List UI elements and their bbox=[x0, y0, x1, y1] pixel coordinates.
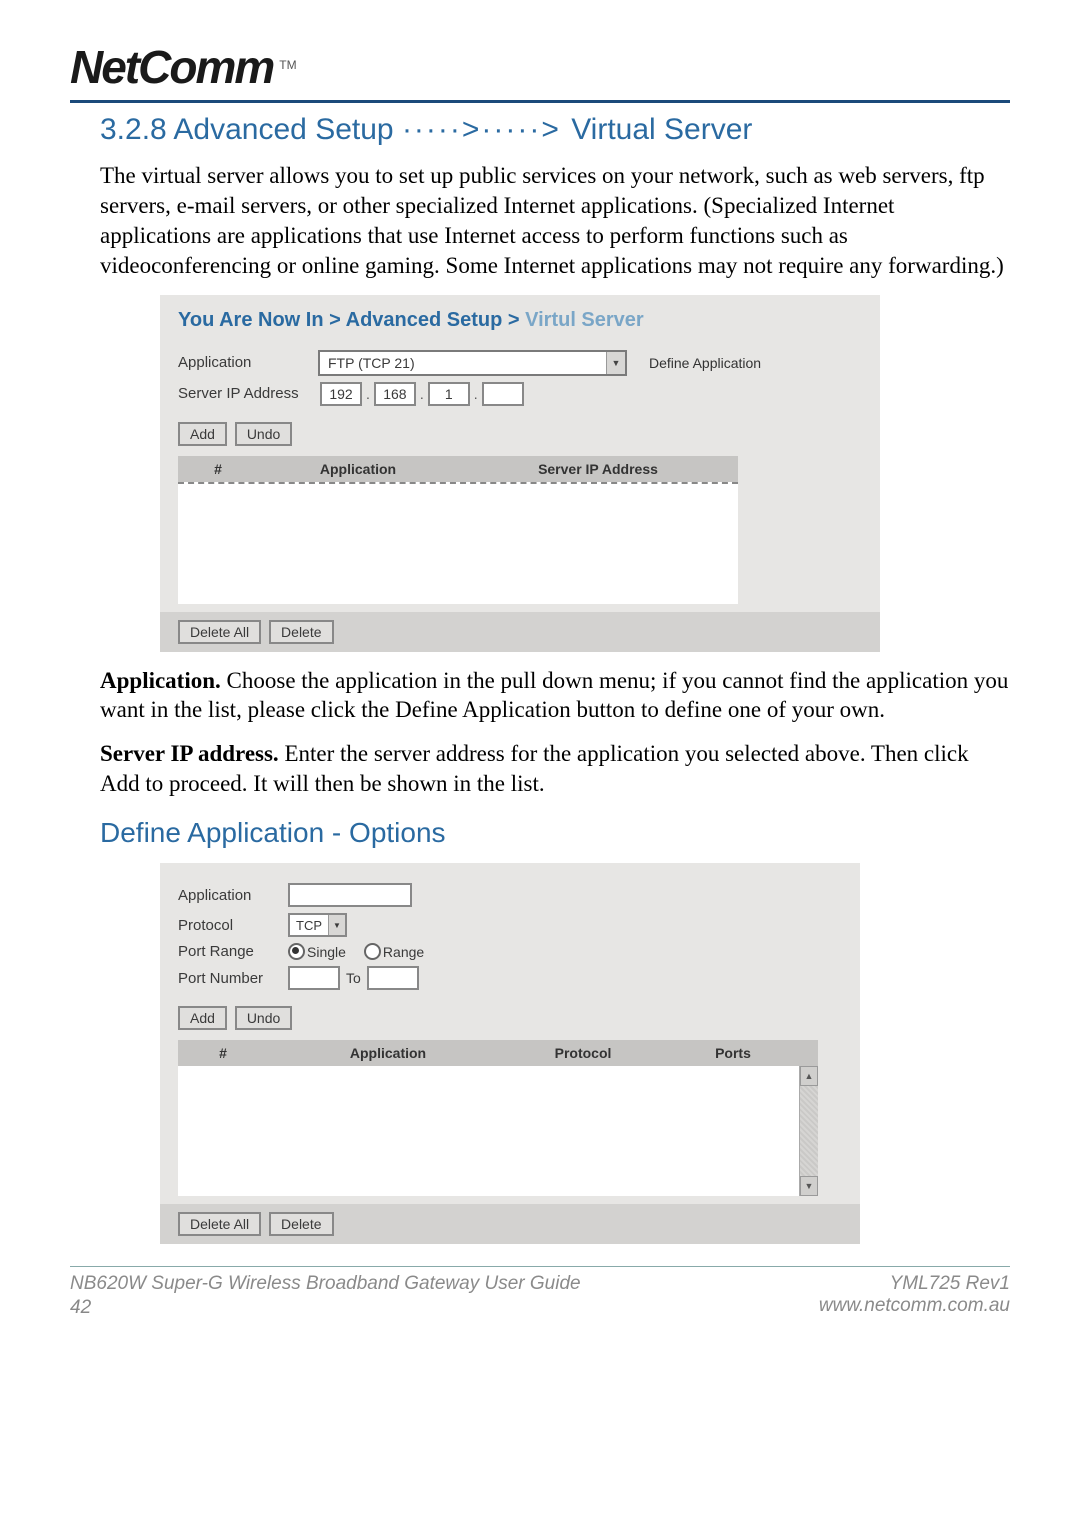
col-application: Application bbox=[258, 456, 458, 482]
brand-logo: NetComm bbox=[70, 40, 273, 94]
col-application: Application bbox=[268, 1040, 508, 1066]
protocol-value: TCP bbox=[290, 918, 328, 933]
scroll-up-icon[interactable]: ▲ bbox=[800, 1066, 818, 1086]
trademark: TM bbox=[279, 58, 296, 72]
define-application-panel: Application Protocol TCP ▼ Port Range Si… bbox=[160, 863, 860, 1244]
application-paragraph: Application. Choose the application in t… bbox=[100, 666, 1010, 726]
single-radio-label: Single bbox=[307, 944, 346, 960]
port-from-input[interactable] bbox=[288, 966, 340, 990]
section-number: 3.2.8 bbox=[100, 113, 167, 146]
footer-url: www.netcomm.com.au bbox=[819, 1295, 1010, 1317]
application-label: Application bbox=[178, 354, 318, 371]
breadcrumb-dots-icon: ·····>·····> bbox=[402, 113, 571, 146]
ip-octet-2[interactable]: 168 bbox=[374, 382, 416, 406]
range-radio[interactable] bbox=[364, 943, 381, 960]
footer-guide: NB620W Super-G Wireless Broadband Gatewa… bbox=[70, 1273, 581, 1295]
scroll-track[interactable] bbox=[800, 1086, 818, 1176]
col-index: # bbox=[178, 456, 258, 482]
to-label: To bbox=[346, 970, 361, 986]
delete-all-button[interactable]: Delete All bbox=[178, 1212, 261, 1236]
breadcrumb-leaf: Virtul Server bbox=[525, 309, 644, 331]
port-range-label: Port Range bbox=[178, 943, 288, 960]
server-ip-label: Server IP Address bbox=[178, 385, 318, 402]
col-protocol: Protocol bbox=[508, 1040, 658, 1066]
application-paragraph-rest: Choose the application in the pull down … bbox=[100, 668, 1008, 723]
application-select-value: FTP (TCP 21) bbox=[320, 355, 606, 371]
virtual-server-panel: You Are Now In > Advanced Setup > Virtul… bbox=[160, 295, 880, 652]
define-application-link[interactable]: Define Application bbox=[649, 355, 761, 371]
ip-octet-4[interactable] bbox=[482, 382, 524, 406]
ip-octet-3[interactable]: 1 bbox=[428, 382, 470, 406]
chevron-down-icon[interactable]: ▼ bbox=[328, 915, 345, 935]
define-application-table: # Application Protocol Ports ▲ ▼ bbox=[178, 1040, 818, 1196]
delete-all-button[interactable]: Delete All bbox=[178, 620, 261, 644]
col-index: # bbox=[178, 1040, 268, 1066]
delete-button[interactable]: Delete bbox=[269, 1212, 333, 1236]
delete-button[interactable]: Delete bbox=[269, 620, 333, 644]
single-radio[interactable] bbox=[288, 943, 305, 960]
define-application-heading: Define Application - Options bbox=[100, 817, 1010, 849]
application-select[interactable]: FTP (TCP 21) ▼ bbox=[318, 350, 627, 376]
define-application-input[interactable] bbox=[288, 883, 412, 907]
ip-octet-1[interactable]: 192 bbox=[320, 382, 362, 406]
protocol-select[interactable]: TCP ▼ bbox=[288, 913, 347, 937]
page-number: 42 bbox=[70, 1297, 581, 1319]
section-title: 3.2.8 Advanced Setup ·····>·····> Virtua… bbox=[100, 113, 1010, 147]
add-button[interactable]: Add bbox=[178, 422, 227, 446]
application-paragraph-bold: Application. bbox=[100, 668, 221, 693]
col-server-ip: Server IP Address bbox=[458, 456, 738, 482]
port-to-input[interactable] bbox=[367, 966, 419, 990]
col-ports: Ports bbox=[658, 1040, 808, 1066]
section-part-a: Advanced Setup bbox=[173, 113, 393, 146]
intro-paragraph: The virtual server allows you to set up … bbox=[100, 161, 1010, 281]
server-ip-paragraph: Server IP address. Enter the server addr… bbox=[100, 739, 1010, 799]
range-radio-label: Range bbox=[383, 944, 424, 960]
divider-top bbox=[70, 100, 1010, 103]
dot-icon: . bbox=[364, 386, 372, 402]
virtual-server-table: # Application Server IP Address bbox=[178, 456, 738, 604]
table-body-empty bbox=[178, 1066, 799, 1196]
footer-rev: YML725 Rev1 bbox=[819, 1273, 1010, 1295]
vertical-scrollbar[interactable]: ▲ ▼ bbox=[799, 1066, 818, 1196]
section-part-b: Virtual Server bbox=[571, 113, 752, 146]
breadcrumb-mid: Advanced Setup > bbox=[346, 309, 520, 331]
add-button[interactable]: Add bbox=[178, 1006, 227, 1030]
divider-bottom bbox=[70, 1266, 1010, 1267]
breadcrumb-prefix: You Are Now In > bbox=[178, 309, 341, 331]
chevron-down-icon[interactable]: ▼ bbox=[606, 352, 625, 374]
table-body-empty bbox=[178, 482, 738, 604]
protocol-label: Protocol bbox=[178, 917, 288, 934]
define-application-label: Application bbox=[178, 887, 288, 904]
server-ip-paragraph-bold: Server IP address. bbox=[100, 741, 279, 766]
port-number-label: Port Number bbox=[178, 970, 288, 987]
scroll-down-icon[interactable]: ▼ bbox=[800, 1176, 818, 1196]
undo-button[interactable]: Undo bbox=[235, 422, 292, 446]
undo-button[interactable]: Undo bbox=[235, 1006, 292, 1030]
breadcrumb: You Are Now In > Advanced Setup > Virtul… bbox=[178, 309, 862, 332]
dot-icon: . bbox=[472, 386, 480, 402]
dot-icon: . bbox=[418, 386, 426, 402]
